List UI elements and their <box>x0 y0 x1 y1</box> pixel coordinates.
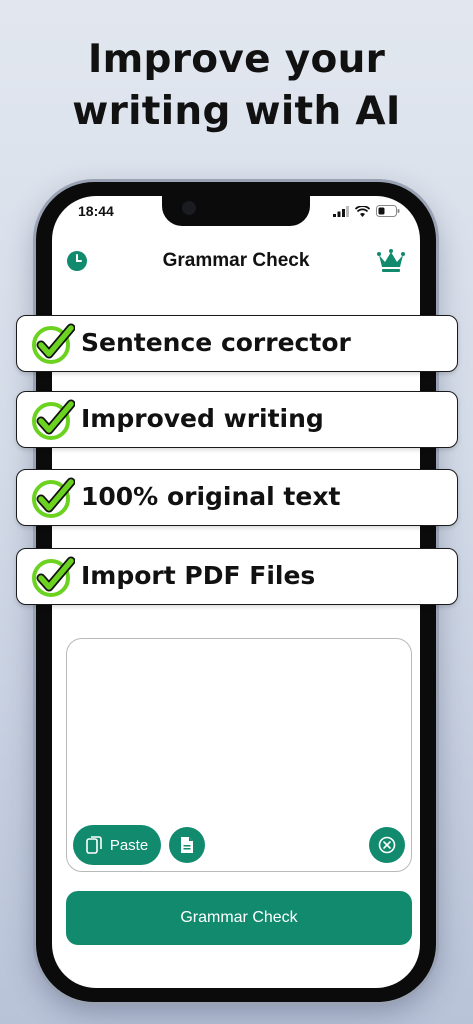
headline-line-2: writing with AI <box>72 89 401 134</box>
green-check-icon <box>32 477 75 518</box>
green-check-icon <box>32 399 75 440</box>
import-file-button[interactable] <box>169 827 205 863</box>
paste-label: Paste <box>109 836 149 854</box>
headline-line-1: Improve your <box>87 37 386 82</box>
notch <box>162 196 310 226</box>
file-icon <box>181 837 193 853</box>
green-check-icon <box>32 323 75 364</box>
camera-icon <box>182 201 196 215</box>
clear-button[interactable] <box>369 827 405 863</box>
feature-label: 100% original text <box>81 482 341 511</box>
app-title: Grammar Check <box>162 250 310 271</box>
feature-card-2: Improved writing <box>16 391 458 448</box>
status-icons <box>333 205 400 217</box>
grammar-check-button[interactable]: Grammar Check <box>66 891 412 945</box>
crown-icon[interactable] <box>376 248 406 274</box>
feature-card-3: 100% original text <box>16 469 458 526</box>
battery-icon <box>376 205 400 217</box>
feature-card-4: Import PDF Files <box>16 548 458 605</box>
paste-icon <box>86 836 102 854</box>
feature-label: Improved writing <box>81 404 324 433</box>
feature-label: Import PDF Files <box>81 561 316 590</box>
wifi-icon <box>355 205 370 217</box>
signal-icon <box>333 205 349 217</box>
paste-button[interactable]: Paste <box>73 825 161 865</box>
green-check-icon <box>32 556 75 597</box>
feature-card-1: Sentence corrector <box>16 315 458 372</box>
headline: Improve your writing with AI <box>0 34 473 138</box>
clear-icon <box>378 836 396 854</box>
text-input-area[interactable]: Paste <box>66 638 412 872</box>
feature-label: Sentence corrector <box>81 328 351 357</box>
status-time: 18:44 <box>78 203 114 219</box>
